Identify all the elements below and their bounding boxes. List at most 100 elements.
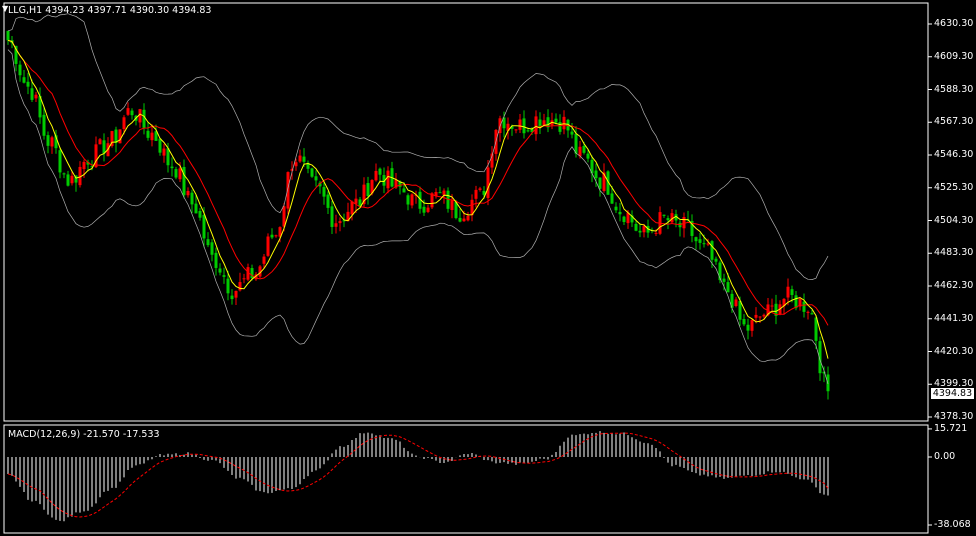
- candle-body: [262, 256, 266, 264]
- bollinger-upper-line: [7, 13, 829, 280]
- candle-body: [226, 278, 230, 294]
- candle-body: [438, 192, 442, 194]
- candle-body: [130, 110, 134, 116]
- candle-body: [158, 138, 162, 153]
- candle-body: [102, 140, 106, 154]
- price-tick-label: 4462.30: [934, 280, 974, 291]
- candle-body: [478, 188, 482, 190]
- candle-body: [146, 130, 150, 138]
- candle-body: [378, 168, 382, 175]
- candle-body: [582, 145, 586, 153]
- candle-body: [202, 214, 206, 239]
- candle-body: [642, 226, 646, 233]
- candle-body: [742, 318, 746, 325]
- candle-body: [802, 301, 806, 312]
- candle-body: [622, 216, 626, 223]
- candle-body: [574, 133, 578, 154]
- close-value: 4394.83: [172, 5, 212, 16]
- candle-body: [222, 275, 226, 277]
- symbol-label: LLG,H1: [8, 5, 43, 16]
- candle-body: [810, 313, 814, 315]
- current-price-tag: 4394.83: [931, 388, 974, 399]
- candle-body: [638, 230, 642, 233]
- candle-body: [702, 243, 706, 245]
- candle-body: [58, 150, 62, 173]
- candle-body: [178, 168, 182, 180]
- candles: [6, 30, 830, 400]
- price-tick-label: 4609.30: [934, 50, 974, 62]
- macd-tick-label: -38.068: [934, 519, 971, 530]
- candle-body: [706, 243, 710, 245]
- candle-body: [66, 174, 70, 186]
- macd-signal-line: [7, 432, 829, 518]
- candle-body: [34, 94, 38, 99]
- candle-body: [694, 237, 698, 242]
- candle-body: [266, 236, 270, 256]
- candle-body: [450, 200, 454, 211]
- candle-body: [806, 311, 810, 313]
- candle-body: [654, 232, 658, 234]
- candle-body: [270, 234, 274, 238]
- candle-body: [558, 122, 562, 132]
- price-tick-label: 4378.30: [934, 411, 974, 422]
- macd-tick-label: 15.721: [934, 422, 968, 434]
- candle-body: [614, 206, 618, 211]
- candle-body: [522, 118, 526, 134]
- candle-body: [238, 282, 242, 291]
- price-tick-label: 4483.30: [934, 247, 974, 259]
- candle-body: [170, 166, 174, 169]
- chart-header: LLG,H1 4394.23 4397.71 4390.30 4394.83: [8, 5, 211, 16]
- candle-body: [458, 217, 462, 222]
- candle-body: [286, 172, 290, 209]
- candle-body: [442, 190, 446, 195]
- candle-body: [762, 314, 766, 317]
- candle-body: [230, 295, 234, 300]
- candle-body: [314, 176, 318, 181]
- candle-body: [374, 170, 378, 181]
- candle-body: [122, 117, 126, 130]
- candle-body: [6, 30, 10, 41]
- candle-body: [366, 183, 370, 197]
- price-tick-label: 4567.30: [934, 116, 974, 128]
- candle-body: [426, 207, 430, 212]
- candle-body: [770, 305, 774, 307]
- candle-body: [734, 299, 738, 306]
- candle-body: [786, 286, 790, 298]
- candle-body: [618, 211, 622, 215]
- candle-body: [534, 116, 538, 135]
- candle-body: [30, 88, 34, 100]
- price-tick-label: 4525.30: [934, 181, 974, 193]
- candle-body: [302, 156, 306, 162]
- candle-body: [726, 282, 730, 293]
- candle-body: [594, 170, 598, 179]
- price-tick-label: 4504.30: [934, 214, 974, 226]
- candle-body: [714, 258, 718, 262]
- candle-body: [542, 120, 546, 125]
- candle-body: [174, 169, 178, 178]
- candle-body: [598, 177, 602, 189]
- candle-body: [462, 218, 466, 222]
- high-value: 4397.71: [87, 5, 127, 16]
- candle-body: [746, 324, 750, 331]
- macd-histogram: [7, 431, 829, 522]
- candle-body: [586, 153, 590, 159]
- candle-body: [710, 241, 714, 260]
- candle-body: [274, 235, 278, 237]
- candle-body: [70, 175, 74, 184]
- candle-body: [210, 242, 214, 255]
- candle-body: [474, 189, 478, 199]
- macd-label: MACD(12,26,9) -21.570 -17.533: [8, 429, 160, 440]
- candle-body: [46, 135, 50, 146]
- candle-body: [330, 206, 334, 227]
- candle-body: [214, 252, 218, 268]
- candle-body: [350, 201, 354, 215]
- price-chart[interactable]: [0, 0, 976, 536]
- candle-body: [406, 195, 410, 205]
- candle-body: [518, 119, 522, 130]
- candle-body: [118, 129, 122, 144]
- candle-body: [758, 316, 762, 318]
- candle-body: [150, 132, 154, 141]
- candle-body: [410, 194, 414, 206]
- candle-body: [634, 223, 638, 231]
- candle-body: [610, 193, 614, 204]
